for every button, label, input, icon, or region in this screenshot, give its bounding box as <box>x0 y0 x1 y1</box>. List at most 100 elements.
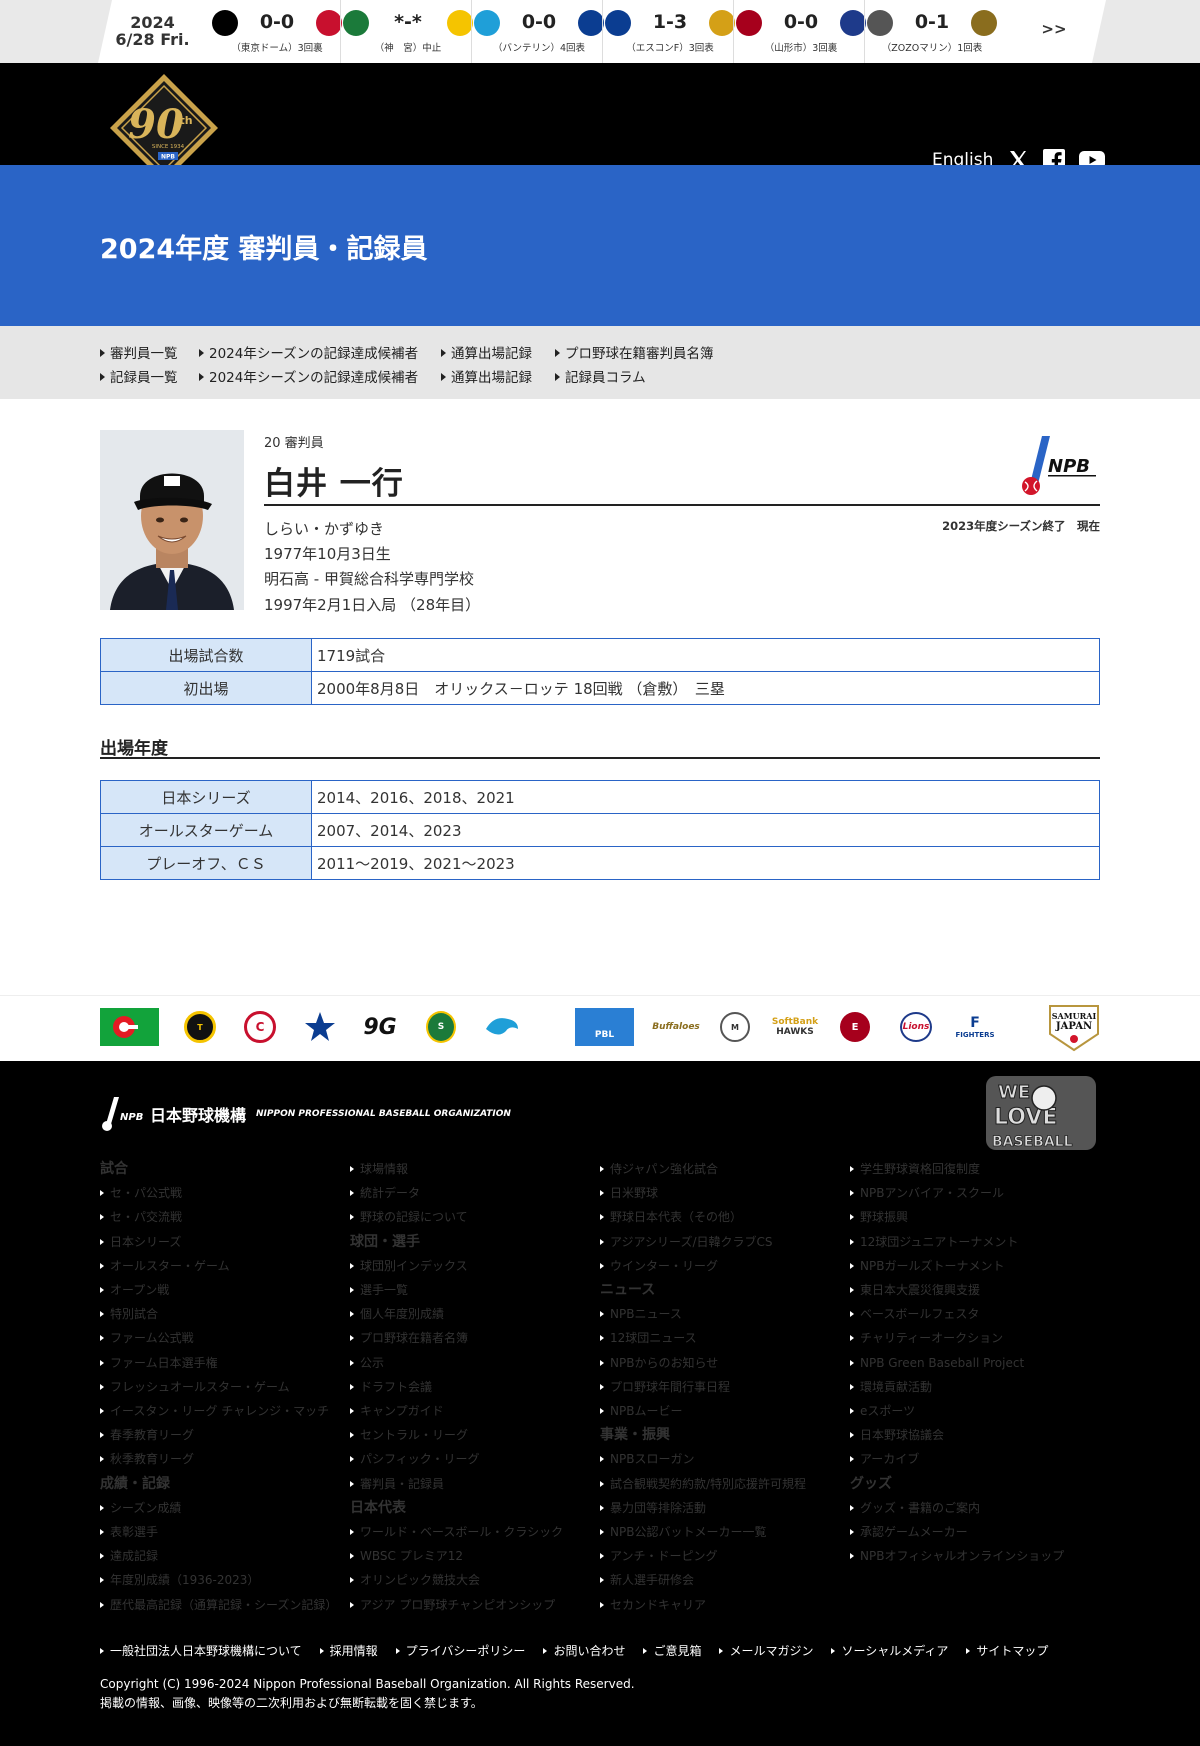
footer-link[interactable]: eスポーツ <box>850 1399 1064 1423</box>
footer-link[interactable]: 承認ゲームメーカー <box>850 1520 1064 1544</box>
score-game[interactable]: 0-0 （バンテリン）4回表 <box>474 0 604 63</box>
footer-link[interactable]: アンチ・ドーピング <box>600 1544 806 1568</box>
footer-link[interactable]: アジアシリーズ/日韓クラブCS <box>600 1230 806 1254</box>
footer-link[interactable]: ファーム公式戦 <box>100 1326 337 1350</box>
footer-link[interactable]: ベースボールフェスタ <box>850 1302 1064 1326</box>
footer-link[interactable]: 表彰選手 <box>100 1520 337 1544</box>
footer-link[interactable]: イースタン・リーグ チャレンジ・マッチ <box>100 1399 337 1423</box>
baystars-logo[interactable] <box>304 1011 336 1043</box>
footer-link[interactable]: NPBムービー <box>600 1399 806 1423</box>
footer-link[interactable]: 試合観戦契約約款/特別応援許可規程 <box>600 1472 806 1496</box>
fighters-logo[interactable]: F FIGHTERS <box>956 1010 995 1044</box>
subnav-link[interactable]: 通算出場記録 <box>441 342 532 362</box>
footer-link[interactable]: 暴力団等排除活動 <box>600 1496 806 1520</box>
footer-link[interactable]: 12球団ニュース <box>600 1326 806 1350</box>
more-games-link[interactable]: >> <box>1024 20 1084 38</box>
subnav-link[interactable]: プロ野球在籍審判員名簿 <box>555 342 714 362</box>
hawks-logo[interactable]: SoftBank HAWKS <box>772 1010 818 1044</box>
carp-logo[interactable] <box>100 1008 159 1046</box>
footer-link[interactable]: 達成記録 <box>100 1544 337 1568</box>
subnav-link[interactable]: 審判員一覧 <box>100 342 178 362</box>
dragons-logo[interactable] <box>484 1011 520 1043</box>
subnav-link[interactable]: 2024年シーズンの記録達成候補者 <box>199 366 418 386</box>
footer-link[interactable]: 個人年度別成績 <box>350 1302 563 1326</box>
footer-bottom-link[interactable]: 採用情報 <box>320 1642 378 1659</box>
subnav-link[interactable]: 通算出場記録 <box>441 366 532 386</box>
footer-org-logo[interactable]: NPB 日本野球機構 NIPPON PROFESSIONAL BASEBALL … <box>100 1096 511 1132</box>
score-game[interactable]: 0-0 （東京ドーム）3回裏 <box>212 0 342 63</box>
footer-link[interactable]: 特別試合 <box>100 1302 337 1326</box>
footer-link[interactable]: 球場情報 <box>350 1157 563 1181</box>
footer-link[interactable]: 東日本大震災復興支援 <box>850 1278 1064 1302</box>
footer-link[interactable]: NPBガールズトーナメント <box>850 1254 1064 1278</box>
footer-link[interactable]: 野球日本代表（その他） <box>600 1205 806 1229</box>
footer-link[interactable]: シーズン成績 <box>100 1496 337 1520</box>
footer-link[interactable]: 野球の記録について <box>350 1205 563 1229</box>
footer-link[interactable]: 歴代最高記録（通算記録・シーズン記録） <box>100 1593 337 1617</box>
eagles-logo[interactable]: E <box>840 1012 870 1042</box>
footer-link[interactable]: 12球団ジュニアトーナメント <box>850 1230 1064 1254</box>
footer-link[interactable]: フレッシュオールスター・ゲーム <box>100 1375 337 1399</box>
carp-logo[interactable]: C <box>244 1011 276 1043</box>
swallows-logo[interactable]: S <box>426 1011 456 1043</box>
footer-link[interactable]: アーカイブ <box>850 1447 1064 1471</box>
marines-logo[interactable]: M <box>720 1012 750 1042</box>
footer-link[interactable]: プロ野球在籍者名簿 <box>350 1326 563 1350</box>
subnav-link[interactable]: 記録員一覧 <box>100 366 178 386</box>
giants-logo[interactable]: 9G <box>362 1012 398 1042</box>
footer-link[interactable]: 審判員・記録員 <box>350 1472 563 1496</box>
subnav-link[interactable]: 記録員コラム <box>555 366 646 386</box>
footer-link[interactable]: オールスター・ゲーム <box>100 1254 337 1278</box>
score-game[interactable]: *-* （神 宮）中止 <box>343 0 473 63</box>
footer-link[interactable]: 野球振興 <box>850 1205 1064 1229</box>
footer-bottom-link[interactable]: サイトマップ <box>966 1642 1048 1659</box>
footer-link[interactable]: 日米野球 <box>600 1181 806 1205</box>
footer-link[interactable]: 選手一覧 <box>350 1278 563 1302</box>
footer-link[interactable]: キャンプガイド <box>350 1399 563 1423</box>
footer-link[interactable]: チャリティーオークション <box>850 1326 1064 1350</box>
subnav-link[interactable]: 2024年シーズンの記録達成候補者 <box>199 342 418 362</box>
footer-link[interactable]: NPB公認バットメーカー一覧 <box>600 1520 806 1544</box>
footer-bottom-link[interactable]: プライバシーポリシー <box>396 1642 526 1659</box>
footer-link[interactable]: NPB Green Baseball Project <box>850 1351 1064 1375</box>
footer-link[interactable]: セ・パ公式戦 <box>100 1181 337 1205</box>
lions-logo[interactable]: Lions <box>900 1012 932 1042</box>
footer-link[interactable]: ドラフト会議 <box>350 1375 563 1399</box>
pbl-logo[interactable]: PBL <box>575 1008 634 1046</box>
footer-link[interactable]: NPBアンバイア・スクール <box>850 1181 1064 1205</box>
footer-link[interactable]: プロ野球年間行事日程 <box>600 1375 806 1399</box>
footer-link[interactable]: WBSC プレミア12 <box>350 1544 563 1568</box>
footer-link[interactable]: オープン戦 <box>100 1278 337 1302</box>
footer-link[interactable]: 球団別インデックス <box>350 1254 563 1278</box>
footer-link[interactable]: ワールド・ベースボール・クラシック <box>350 1520 563 1544</box>
footer-bottom-link[interactable]: ソーシャルメディア <box>831 1642 948 1659</box>
footer-link[interactable]: オリンピック競技大会 <box>350 1568 563 1592</box>
footer-link[interactable]: セカンドキャリア <box>600 1593 806 1617</box>
footer-link[interactable]: 日本シリーズ <box>100 1230 337 1254</box>
buffaloes-logo[interactable]: Buffaloes <box>652 1011 700 1043</box>
footer-link[interactable]: アジア プロ野球チャンピオンシップ <box>350 1593 563 1617</box>
footer-bottom-link[interactable]: メールマガジン <box>719 1642 813 1659</box>
score-game[interactable]: 0-0 （山形市）3回裏 <box>736 0 866 63</box>
footer-link[interactable]: 侍ジャパン強化試合 <box>600 1157 806 1181</box>
footer-link[interactable]: 日本野球協議会 <box>850 1423 1064 1447</box>
footer-link[interactable]: セントラル・リーグ <box>350 1423 563 1447</box>
footer-link[interactable]: 春季教育リーグ <box>100 1423 337 1447</box>
footer-bottom-link[interactable]: お問い合わせ <box>543 1642 625 1659</box>
footer-link[interactable]: グッズ・書籍のご案内 <box>850 1496 1064 1520</box>
footer-link[interactable]: NPBからのお知らせ <box>600 1351 806 1375</box>
footer-link[interactable]: NPBニュース <box>600 1302 806 1326</box>
footer-link[interactable]: NPBオフィシャルオンラインショップ <box>850 1544 1064 1568</box>
score-game[interactable]: 1-3 （エスコンF）3回表 <box>605 0 735 63</box>
samurai-japan-logo[interactable]: SAMURAI JAPAN <box>1048 1004 1100 1052</box>
footer-link[interactable]: 年度別成績（1936-2023） <box>100 1568 337 1592</box>
footer-link[interactable]: 学生野球資格回復制度 <box>850 1157 1064 1181</box>
footer-link[interactable]: パシフィック・リーグ <box>350 1447 563 1471</box>
footer-link[interactable]: 環境貢献活動 <box>850 1375 1064 1399</box>
footer-link[interactable]: 統計データ <box>350 1181 563 1205</box>
footer-link[interactable]: 新人選手研修会 <box>600 1568 806 1592</box>
footer-link[interactable]: NPBスローガン <box>600 1447 806 1471</box>
footer-bottom-link[interactable]: 一般社団法人日本野球機構について <box>100 1642 302 1659</box>
footer-bottom-link[interactable]: ご意見箱 <box>643 1642 701 1659</box>
footer-link[interactable]: ファーム日本選手権 <box>100 1351 337 1375</box>
